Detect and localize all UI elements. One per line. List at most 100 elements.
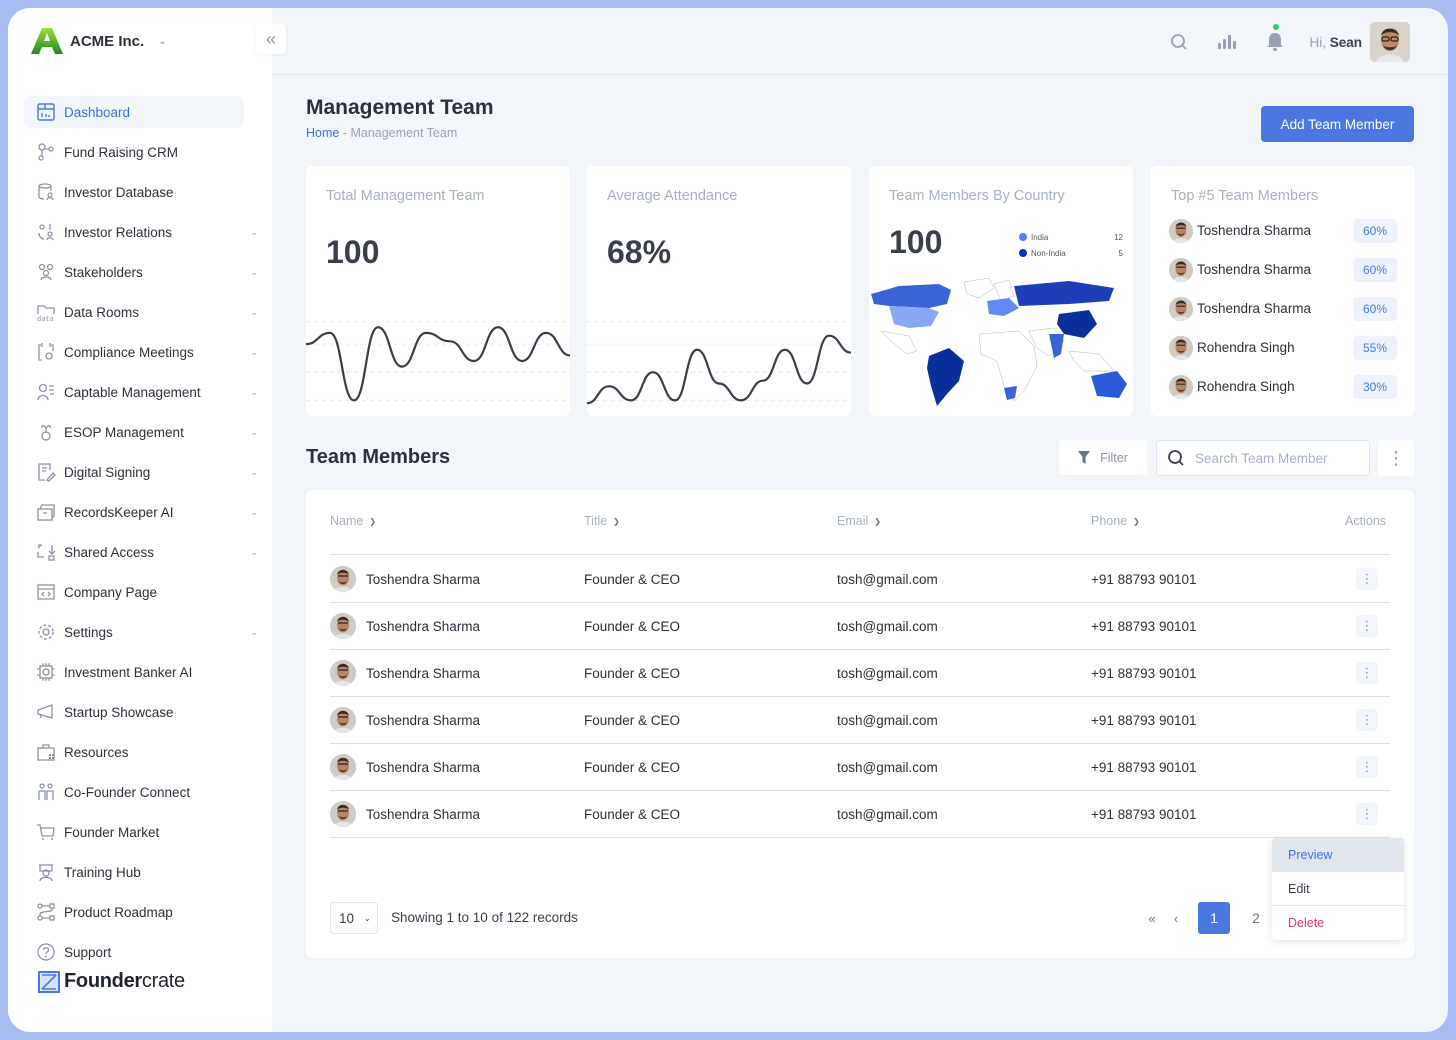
table-row[interactable]: Toshendra Sharma Founder & CEO tosh@gmail.… (330, 603, 1390, 650)
row-actions-button[interactable]: ⋮ (1356, 756, 1378, 778)
column-label: Email (837, 514, 869, 528)
legend-label: India (1031, 232, 1049, 242)
sidebar-item-co-founder-connect[interactable]: Co-Founder Connect (24, 776, 244, 808)
menu-item-preview[interactable]: Preview (1272, 838, 1404, 872)
search-button[interactable] (1155, 22, 1203, 62)
brand-switcher[interactable]: ACME Inc. ⌄ (30, 26, 167, 56)
breadcrumb-current: Management Team (350, 126, 458, 140)
sidebar-item-support[interactable]: Support (24, 936, 244, 968)
cell-title: Founder & CEO (584, 665, 681, 681)
megaphone-icon (36, 702, 56, 722)
sidebar-item-startup-showcase[interactable]: Startup Showcase (24, 696, 244, 728)
vertical-dots-icon: ⋮ (1360, 712, 1374, 727)
filter-label: Filter (1100, 450, 1128, 465)
cell-phone: +91 88793 90101 (1091, 571, 1197, 587)
user-avatar[interactable] (1370, 22, 1410, 62)
menu-item-edit[interactable]: Edit (1272, 872, 1404, 906)
table-row[interactable]: Toshendra Sharma Founder & CEO tosh@gmail.… (330, 650, 1390, 697)
card-title: Total Management Team (326, 188, 485, 204)
menu-item-delete[interactable]: Delete (1272, 906, 1404, 940)
cofounder-icon (36, 782, 56, 802)
collapse-sidebar-button[interactable]: « (256, 24, 286, 54)
cell-phone: +91 88793 90101 (1091, 618, 1197, 634)
vertical-dots-icon: ⋮ (1387, 447, 1405, 468)
add-team-member-button[interactable]: Add Team Member (1261, 106, 1414, 142)
column-header-title[interactable]: Title ❯ (584, 514, 620, 528)
member-name: Toshendra Sharma (366, 806, 481, 822)
sidebar-item-training-hub[interactable]: Training Hub (24, 856, 244, 888)
sidebar-item-digital-signing[interactable]: Digital Signing ⌄ (24, 456, 258, 488)
row-actions-button[interactable]: ⋮ (1356, 568, 1378, 590)
roadmap-icon (36, 902, 56, 922)
team-table: Name ❯ Title ❯ Email ❯ Phone ❯ Actions Toshe… (306, 490, 1414, 958)
prev-page-button[interactable]: ‹ (1164, 902, 1188, 934)
more-options-button[interactable]: ⋮ (1378, 440, 1414, 476)
cell-name: Toshendra Sharma (330, 744, 480, 790)
row-actions-button[interactable]: ⋮ (1356, 803, 1378, 825)
cell-email: tosh@gmail.com (837, 618, 938, 634)
filter-button[interactable]: Filter (1059, 440, 1147, 475)
notifications-button[interactable] (1251, 22, 1299, 62)
card-value: 100 (889, 224, 943, 260)
sidebar-item-investor-relations[interactable]: Investor Relations ⌄ (24, 216, 258, 248)
map-south-america (927, 348, 964, 406)
sidebar-item-label: Investment Banker AI (64, 664, 193, 680)
table-row[interactable]: Toshendra Sharma Founder & CEO tosh@gmail.… (330, 791, 1390, 838)
training-icon (36, 862, 56, 882)
sidebar-item-company-page[interactable]: Company Page (24, 576, 244, 608)
row-actions-button[interactable]: ⋮ (1356, 615, 1378, 637)
card-title: Top #5 Team Members (1171, 188, 1319, 204)
sidebar-item-founder-market[interactable]: Founder Market (24, 816, 244, 848)
search-input[interactable] (1195, 450, 1355, 466)
sidebar-item-investment-banker-ai[interactable]: Investment Banker AI (24, 656, 244, 688)
page-size-select[interactable]: 10 ⌄ (330, 902, 378, 934)
sidebar-item-resources[interactable]: Resources (24, 736, 244, 768)
chevron-down-icon: ⌄ (250, 546, 258, 557)
row-actions-button[interactable]: ⋮ (1356, 709, 1378, 731)
chip-icon (36, 662, 56, 682)
search-team-member[interactable] (1156, 440, 1370, 476)
sidebar-item-recordskeeper-ai[interactable]: RecordsKeeper AI ⌄ (24, 496, 258, 528)
sidebar-item-dashboard[interactable]: Dashboard (24, 96, 244, 128)
sidebar-item-fund-raising-crm[interactable]: Fund Raising CRM (24, 136, 244, 168)
bar-chart-icon (1218, 35, 1237, 49)
sidebar-item-data-rooms[interactable]: data Data Rooms ⌄ (24, 296, 258, 328)
attendance-badge: 60% (1353, 218, 1397, 243)
sidebar: ACME Inc. ⌄ Dashboard Fund Raising CRM Inv… (8, 8, 272, 1032)
member-name: Toshendra Sharma (366, 759, 481, 775)
sidebar-item-compliance-meetings[interactable]: Compliance Meetings ⌄ (24, 336, 258, 368)
sidebar-item-captable-management[interactable]: Captable Management ⌄ (24, 376, 258, 408)
avatar (330, 707, 356, 733)
sidebar-item-label: Data Rooms (64, 304, 140, 320)
esop-icon (36, 422, 56, 442)
sidebar-item-esop-management[interactable]: ESOP Management ⌄ (24, 416, 258, 448)
cell-name: Toshendra Sharma (330, 556, 480, 602)
row-actions-button[interactable]: ⋮ (1356, 662, 1378, 684)
sidebar-item-settings[interactable]: Settings ⌄ (24, 616, 258, 648)
top-member-item: Rohendra Singh 55% (1169, 328, 1397, 367)
sidebar-item-label: ESOP Management (64, 424, 184, 440)
breadcrumb-home-link[interactable]: Home (306, 126, 339, 140)
table-row[interactable]: Toshendra Sharma Founder & CEO tosh@gmail.… (330, 697, 1390, 744)
page-button-2[interactable]: 2 (1240, 902, 1272, 934)
sidebar-item-stakeholders[interactable]: Stakeholders ⌄ (24, 256, 258, 288)
column-label: Phone (1091, 514, 1128, 528)
sidebar-item-shared-access[interactable]: Shared Access ⌄ (24, 536, 258, 568)
column-header-email[interactable]: Email ❯ (837, 514, 881, 528)
investor-relations-icon (36, 222, 56, 242)
column-header-phone[interactable]: Phone ❯ (1091, 514, 1140, 528)
table-row[interactable]: Toshendra Sharma Founder & CEO tosh@gmail.… (330, 556, 1390, 603)
column-header-name[interactable]: Name ❯ (330, 514, 376, 528)
analytics-button[interactable] (1203, 22, 1251, 62)
chevron-down-icon: ⌄ (250, 306, 258, 317)
sidebar-item-product-roadmap[interactable]: Product Roadmap (24, 896, 244, 928)
first-page-button[interactable]: « (1140, 902, 1164, 934)
attendance-badge: 60% (1353, 257, 1397, 282)
legend-dot-india (1019, 233, 1027, 241)
page-button-1[interactable]: 1 (1198, 902, 1230, 934)
table-row[interactable]: Toshendra Sharma Founder & CEO tosh@gmail.… (330, 744, 1390, 791)
top5-list: Toshendra Sharma 60% Toshendra Sharma 60% To… (1169, 211, 1397, 406)
chevron-down-icon: ⌄ (364, 913, 371, 923)
sidebar-item-investor-database[interactable]: Investor Database (24, 176, 244, 208)
cell-phone: +91 88793 90101 (1091, 759, 1197, 775)
